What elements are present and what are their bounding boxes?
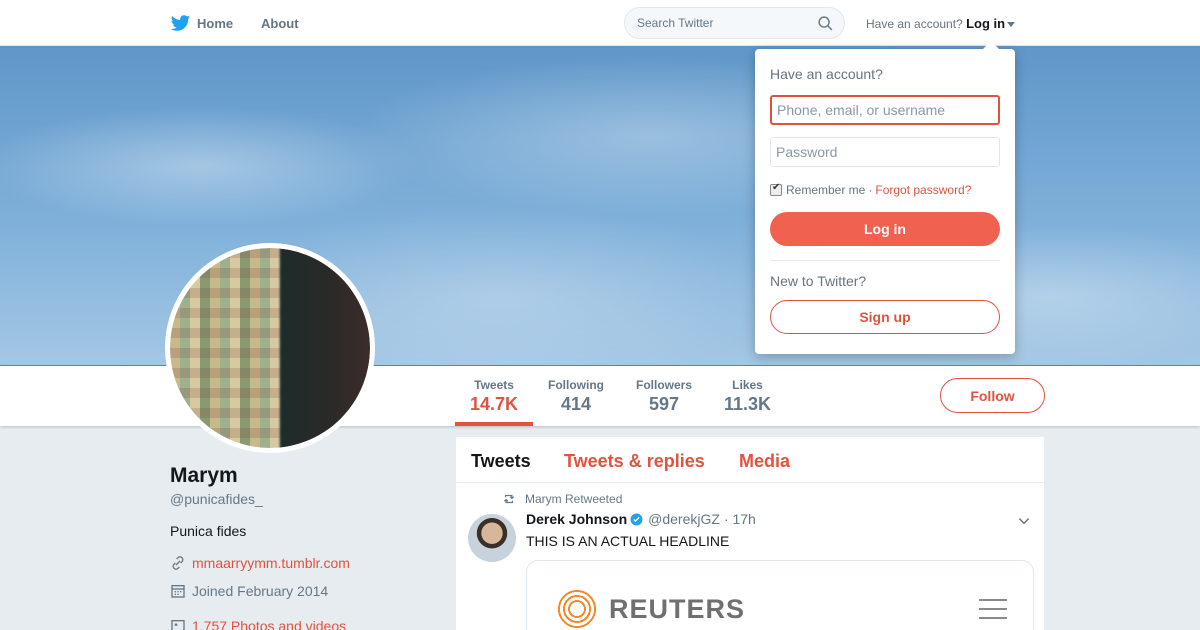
login-dropdown-toggle[interactable]: Log in — [966, 16, 1005, 31]
stat-value: 597 — [648, 394, 680, 414]
search-icon[interactable] — [817, 15, 834, 32]
password-field[interactable] — [770, 137, 1000, 167]
username-field[interactable] — [770, 95, 1000, 125]
stat-followers[interactable]: Followers 597 — [636, 378, 692, 415]
remember-me-label[interactable]: Remember me — [786, 183, 865, 197]
profile-joined-date: Joined February 2014 — [192, 583, 329, 599]
profile-avatar[interactable] — [165, 243, 375, 453]
retweet-note-text[interactable]: Marym Retweeted — [525, 492, 622, 506]
follow-button[interactable]: Follow — [940, 378, 1045, 413]
stat-value: 14.7K — [470, 394, 519, 414]
tweet-time[interactable]: · 17h — [724, 511, 756, 527]
profile-joined-row: Joined February 2014 — [170, 583, 328, 599]
login-dropdown: Have an account? Remember me · Forgot pa… — [755, 41, 1015, 354]
profile-bio: Punica fides — [170, 523, 247, 539]
nav-about[interactable]: About — [261, 16, 299, 31]
profile-handle[interactable]: @punicafides_ — [170, 491, 263, 507]
retweet-note: Marym Retweeted — [502, 492, 622, 506]
remember-row: Remember me · Forgot password? — [770, 182, 971, 197]
reuters-logo-text: REUTERS — [609, 593, 746, 624]
hamburger-menu-icon — [979, 599, 1007, 626]
tab-tweets-replies[interactable]: Tweets & replies — [564, 451, 705, 472]
profile-photos-row: 1,757 Photos and videos — [170, 618, 346, 630]
dropdown-title: Have an account? — [770, 66, 883, 82]
tweet-author-avatar[interactable] — [468, 514, 516, 562]
timeline-tabs: Tweets Tweets & replies Media — [456, 437, 1044, 483]
tweet-author-handle[interactable]: @derekjGZ — [648, 511, 720, 527]
stat-likes[interactable]: Likes 11.3K — [724, 378, 771, 415]
twitter-bird-icon — [170, 15, 191, 31]
reuters-logo: REUTERS — [555, 587, 745, 630]
tweet-text: THIS IS AN ACTUAL HEADLINE — [526, 533, 730, 549]
new-to-twitter-text: New to Twitter? — [770, 273, 867, 289]
reuters-logo-icon — [555, 587, 599, 630]
have-account-label: Have an account? — [866, 17, 963, 31]
calendar-icon — [171, 585, 185, 598]
retweet-icon — [503, 494, 515, 504]
signup-button[interactable]: Sign up — [770, 300, 1000, 334]
chevron-down-icon[interactable] — [1017, 514, 1031, 528]
stat-label: Followers — [636, 378, 693, 392]
nav-home[interactable]: Home — [170, 13, 233, 34]
profile-website-link[interactable]: mmaarryymm.tumblr.com — [192, 555, 350, 571]
have-account-text: Have an account? Log in — [866, 16, 1016, 31]
stat-following[interactable]: Following 414 — [548, 378, 604, 415]
avatar-image — [170, 248, 370, 448]
verified-badge-icon — [630, 513, 643, 525]
forgot-password-link[interactable]: Forgot password? — [875, 183, 971, 197]
remember-me-checkbox[interactable] — [770, 182, 782, 196]
stat-value: 414 — [560, 394, 592, 414]
tweet-link-card[interactable]: REUTERS — [526, 560, 1034, 630]
top-nav: Home About Search Twitter Have an accoun… — [0, 0, 1200, 46]
caret-down-icon[interactable] — [1007, 22, 1016, 28]
tab-tweets[interactable]: Tweets — [471, 451, 531, 472]
tweet-header: Derek Johnson @derekjGZ · 17h — [526, 511, 756, 527]
profile-name[interactable]: Marym — [170, 464, 238, 488]
login-button[interactable]: Log in — [770, 212, 1000, 246]
profile-website-row: mmaarryymm.tumblr.com — [170, 555, 350, 571]
profile-photos-link[interactable]: 1,757 Photos and videos — [192, 618, 346, 630]
remember-separator: · — [868, 183, 873, 197]
search-placeholder: Search Twitter — [637, 16, 714, 30]
search-input[interactable]: Search Twitter — [624, 7, 845, 39]
stat-value: 11.3K — [724, 394, 772, 414]
stat-label: Tweets — [474, 378, 514, 392]
nav-home-label: Home — [197, 16, 234, 31]
stat-label: Following — [548, 378, 604, 392]
stat-tweets[interactable]: Tweets 14.7K — [470, 378, 518, 415]
tab-media[interactable]: Media — [739, 451, 790, 472]
image-icon — [171, 620, 185, 630]
divider — [770, 260, 1000, 261]
timeline: Tweets Tweets & replies Media Marym Retw… — [456, 437, 1044, 630]
active-stat-underline — [455, 422, 533, 426]
stat-label: Likes — [732, 378, 763, 392]
link-icon — [172, 556, 184, 570]
tweet-author-name[interactable]: Derek Johnson — [526, 511, 627, 527]
